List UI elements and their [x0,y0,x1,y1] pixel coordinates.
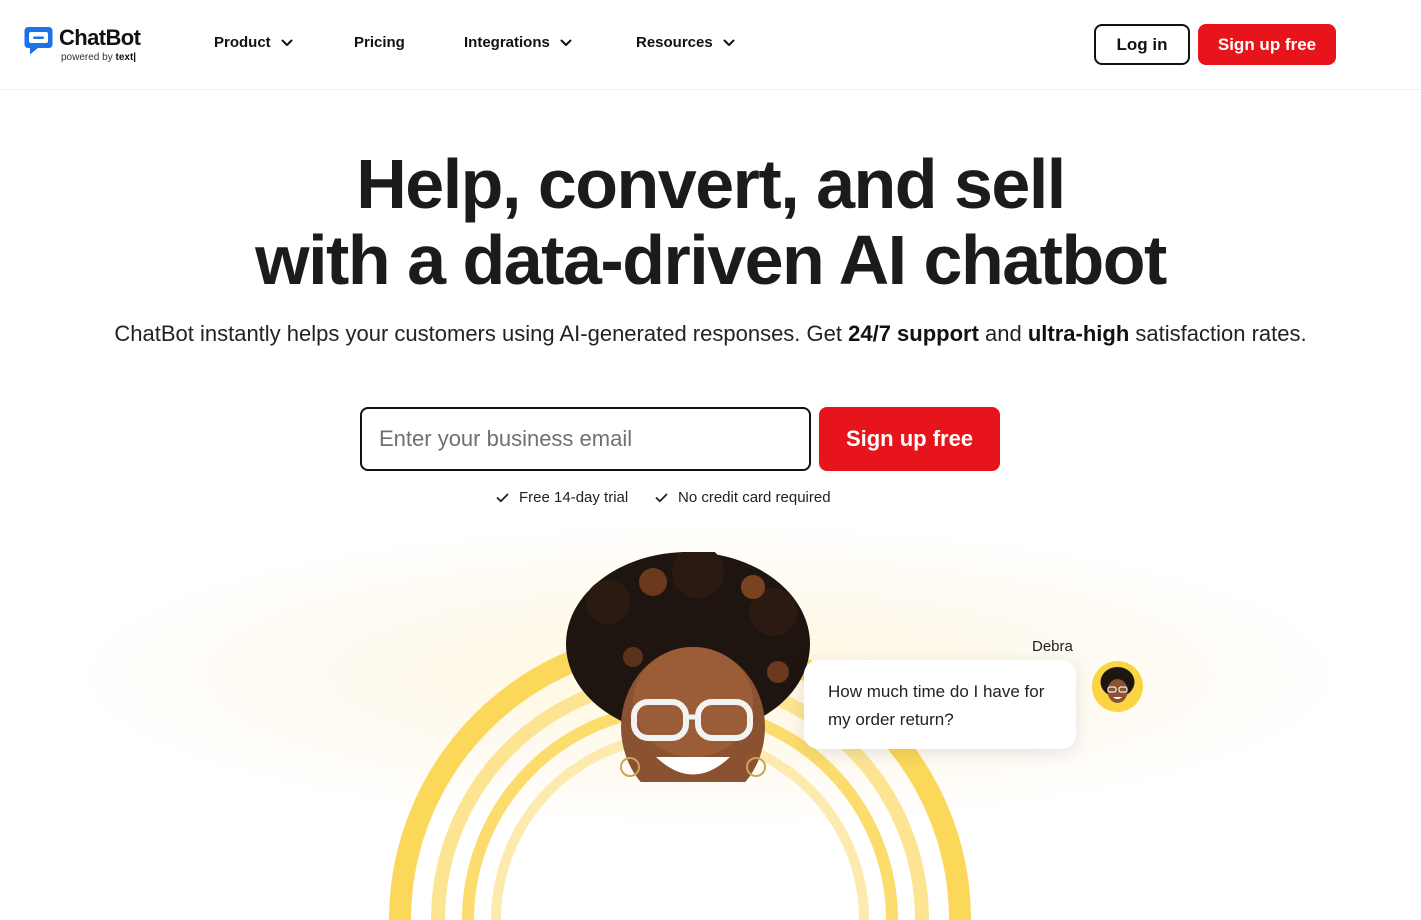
chevron-down-icon [723,39,735,46]
logo-powered-by: powered by text| [61,52,136,63]
hero-subtitle: ChatBot instantly helps your customers u… [0,318,1421,350]
hero-sub-part-1: ChatBot instantly helps your customers u… [114,321,849,346]
chat-bubble-logo-icon [24,27,53,55]
header-signup-button[interactable]: Sign up free [1198,24,1336,65]
site-header: ChatBot powered by text| Product Pricing… [0,0,1421,90]
hero-title: Help, convert, and sell with a data-driv… [0,146,1421,298]
hero-sub-part-2: and [978,321,1028,346]
chatbot-logo[interactable]: ChatBot powered by text| [24,25,149,68]
nav-item-label: Integrations [464,34,550,51]
nav-item-integrations[interactable]: Integrations [464,34,572,51]
nav-item-pricing[interactable]: Pricing [354,34,405,51]
checkmark-icon [655,493,668,502]
login-button[interactable]: Log in [1094,24,1190,65]
powered-by-brand: text| [115,52,137,63]
perk-item: No credit card required [655,489,831,506]
hero-title-line-2: with a data-driven AI chatbot [255,221,1167,299]
hero-sub-bold-2: ultra-high [1027,321,1130,346]
perk-item: Free 14-day trial [496,489,628,506]
hero-signup-button[interactable]: Sign up free [819,407,1000,471]
chat-sender-name: Debra [1032,638,1073,655]
chevron-down-icon [281,39,293,46]
perk-label: No credit card required [678,489,831,506]
nav-item-product[interactable]: Product [214,34,293,51]
perk-label: Free 14-day trial [519,489,629,506]
nav-item-label: Product [214,34,271,51]
nav-item-label: Pricing [354,34,405,51]
nav-item-label: Resources [636,34,713,51]
logo-title: ChatBot [59,25,141,50]
hero-sub-bold-1: 24/7 support [848,321,979,346]
powered-by-prefix: powered by [61,52,113,63]
checkmark-icon [496,493,509,502]
chevron-down-icon [560,39,572,46]
hero-title-line-1: Help, convert, and sell [356,145,1066,223]
business-email-input[interactable] [360,407,811,471]
sender-avatar [1092,661,1143,712]
hero-sub-part-3: satisfaction rates. [1129,321,1307,346]
customer-portrait-image [566,552,810,782]
nav-item-resources[interactable]: Resources [636,34,735,51]
chat-message-bubble: How much time do I have for my order ret… [804,660,1076,749]
